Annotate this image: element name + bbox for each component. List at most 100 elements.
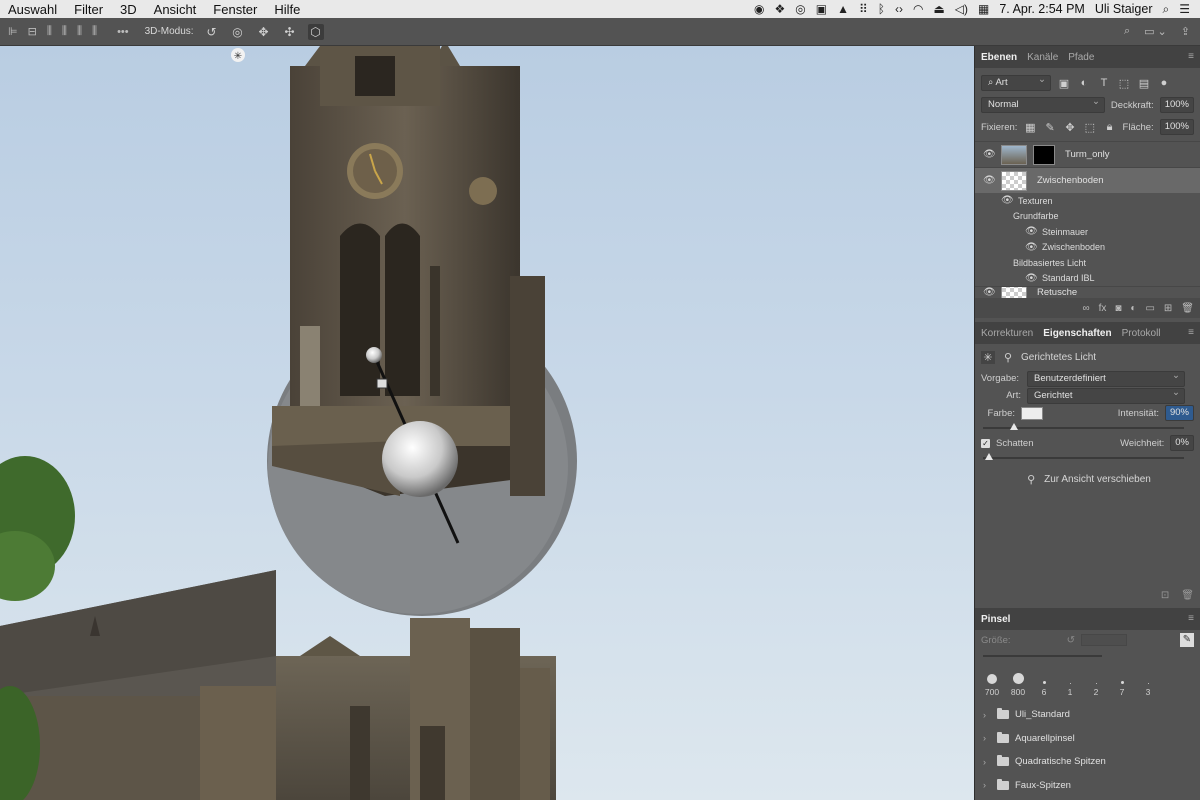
layer-row[interactable]: 👁︎ Retusche [975,286,1200,298]
sublayer-row[interactable]: 👁︎ Standard IBL [975,271,1200,287]
calendar-icon[interactable]: ▦ [978,2,989,16]
roll-3d-icon[interactable]: ◎ [230,24,246,40]
chevron-right-icon[interactable]: › [983,780,991,790]
chevron-right-icon[interactable]: › [983,733,991,743]
fill-value[interactable]: 100% [1159,119,1194,135]
grid-icon[interactable]: ⠿ [859,2,868,16]
light-color-swatch[interactable] [1021,406,1043,420]
brush-preset[interactable]: 3 [1137,672,1159,697]
layer-row[interactable]: 👁︎ Zwischenboden [975,167,1200,193]
bluetooth-icon[interactable]: ᛒ [878,2,885,16]
tab-eigenschaften[interactable]: Eigenschaften [1043,328,1111,339]
wifi-icon[interactable]: ◠ [913,2,923,16]
brush-folder[interactable]: › Uli_Standard [975,703,1200,727]
delete-layer-icon[interactable]: 🗑︎ [1181,303,1194,314]
light-indicator-icon[interactable]: ✳ [231,48,245,62]
vlc-icon[interactable]: ▲ [837,2,849,16]
distribute-middle-icon[interactable]: ⫼ [62,25,67,38]
brush-preset[interactable]: 1 [1059,672,1081,697]
spotlight-icon[interactable]: ⌕ [1163,2,1170,17]
sublayer-row[interactable]: Bildbasiertes Licht [975,255,1200,271]
brush-folder[interactable]: › Faux-Spitzen [975,774,1200,798]
fx-icon[interactable]: fx [1099,303,1107,314]
filter-toggle-icon[interactable]: ● [1157,77,1171,89]
type-filter-icon[interactable]: T [1097,77,1111,89]
chevron-right-icon[interactable]: › [983,757,991,767]
eye-icon[interactable]: 👁︎ [983,175,996,186]
brush-preset[interactable]: 700 [981,672,1003,697]
adjustment-layer-icon[interactable]: ◐ [1130,303,1136,314]
brush-preset[interactable]: 7 [1111,672,1133,697]
menu-item[interactable]: Hilfe [274,2,300,17]
scale-3d-icon[interactable]: ⬡ [307,23,324,40]
workspace-icon[interactable]: ▭ ⌄ [1144,25,1167,38]
distribute-bottom-icon[interactable]: ⫼ [77,25,82,38]
lock-artboard-icon[interactable]: ⬚ [1083,121,1097,134]
orbit-3d-icon[interactable]: ↺ [204,24,220,40]
creative-cloud-icon[interactable]: ◎ [795,2,805,16]
move-to-view-label[interactable]: Zur Ansicht verschieben [1044,474,1151,485]
layer-name[interactable]: Retusche [1037,287,1077,298]
lock-all-icon[interactable]: 🔒︎ [1103,121,1117,134]
add-mask-icon[interactable]: ◙ [1115,303,1121,314]
menu-item[interactable]: Filter [74,2,103,17]
brush-settings-icon[interactable]: ✎ [1180,633,1194,647]
volume-icon[interactable]: ◁) [955,2,968,16]
tab-ebenen[interactable]: Ebenen [981,52,1017,63]
link-layers-icon[interactable]: ∞ [1082,303,1089,314]
drag-3d-icon[interactable]: ✥ [256,24,272,40]
layer-row[interactable]: 👁︎ Turm_only [975,141,1200,167]
sublayer-row[interactable]: 👁︎ Texturen [975,193,1200,209]
menu-item[interactable]: Fenster [213,2,257,17]
blend-mode-select[interactable]: Normal [981,95,1105,113]
clock-text[interactable]: 7. Apr. 2:54 PM [999,2,1084,16]
panel-menu-icon[interactable]: ≡ [1188,613,1194,624]
intensity-slider[interactable] [983,422,1192,434]
shadow-checkbox[interactable]: ✓ [981,438,990,448]
chevron-right-icon[interactable]: › [983,710,991,720]
dropbox-icon[interactable]: ❖ [774,2,785,16]
intensity-value[interactable]: 90% [1164,405,1194,421]
align-left-icon[interactable]: ⊫ [8,25,18,38]
tab-kanaele[interactable]: Kanäle [1027,52,1058,63]
new-layer-icon[interactable]: ⊞ [1164,303,1172,314]
align-center-icon[interactable]: ⊟ [28,25,37,38]
app-icon[interactable]: ▣ [816,2,827,16]
brush-preset[interactable]: 2 [1085,672,1107,697]
panel-menu-icon[interactable]: ≡ [1188,327,1194,338]
move-to-view-icon[interactable]: ⚲ [1024,473,1038,486]
tab-pfade[interactable]: Pfade [1068,52,1094,63]
tab-korrekturen[interactable]: Korrekturen [981,328,1033,339]
brush-size-field[interactable] [1080,634,1127,646]
lock-position-icon[interactable]: ✥ [1063,121,1077,134]
shape-filter-icon[interactable]: ⬚ [1117,77,1131,90]
adjustment-filter-icon[interactable]: ◐ [1077,77,1091,89]
notification-icon[interactable]: ☰ [1179,2,1190,16]
layer-name[interactable]: Zwischenboden [1037,175,1104,186]
smartobject-filter-icon[interactable]: ▤ [1137,77,1151,90]
distribute-horizontal-icon[interactable]: ⫼ [92,25,97,38]
lock-transparency-icon[interactable]: ▦ [1023,121,1037,134]
brush-preset[interactable]: 6 [1033,672,1055,697]
layer-name[interactable]: Turm_only [1065,149,1110,160]
move-to-view-row[interactable]: ⚲ Zur Ansicht verschieben [975,466,1200,492]
layer-filter-select[interactable]: ⌕ Art [981,73,1051,91]
light-type-icon[interactable]: ✳ [981,350,995,364]
menu-item[interactable]: Ansicht [154,2,197,17]
panel-menu-icon[interactable]: ≡ [1188,51,1194,62]
eye-icon[interactable]: 👁︎ [1025,273,1038,284]
document-canvas[interactable]: ✳ [0,46,974,800]
save-preset-icon[interactable]: ⊡ [1161,590,1169,601]
brush-folder[interactable]: › Quadratische Spitzen [975,750,1200,774]
eye-icon[interactable]: 👁︎ [983,149,996,160]
code-icon[interactable]: ‹› [895,2,903,16]
softness-value[interactable]: 0% [1170,435,1194,451]
new-group-icon[interactable]: ▭ [1145,303,1154,314]
delete-icon[interactable]: 🗑︎ [1181,590,1194,601]
brush-folder[interactable]: › Aquarellpinsel [975,727,1200,751]
airplay-icon[interactable]: ⏏ [933,2,944,16]
sublayer-row[interactable]: 👁︎ Zwischenboden [975,240,1200,256]
softness-slider[interactable] [983,452,1192,464]
brush-size-slider[interactable] [983,650,1192,662]
tab-protokoll[interactable]: Protokoll [1122,328,1161,339]
